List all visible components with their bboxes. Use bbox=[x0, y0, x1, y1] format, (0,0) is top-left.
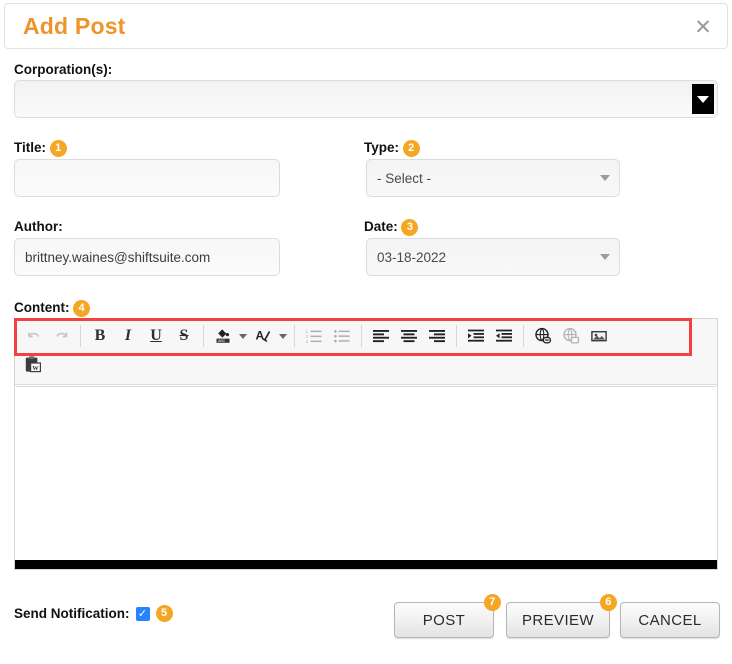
title-label: Title: 1 bbox=[14, 140, 67, 158]
annotation-badge-1: 1 bbox=[49, 140, 67, 158]
dialog-header: Add Post ✕ bbox=[4, 3, 728, 49]
editor-toolbar: B I U S ABC A 1 2 3 W bbox=[15, 319, 717, 385]
post-button[interactable]: POST 7 bbox=[394, 594, 501, 638]
corporations-label: Corporation(s): bbox=[14, 62, 113, 77]
bold-label: B bbox=[94, 327, 106, 344]
chevron-down-icon bbox=[600, 254, 610, 260]
svg-text:ABC: ABC bbox=[218, 339, 226, 343]
close-icon[interactable]: ✕ bbox=[689, 13, 717, 41]
chevron-down-icon bbox=[600, 175, 610, 181]
cancel-button[interactable]: CANCEL bbox=[620, 602, 720, 638]
corporations-multiselect[interactable] bbox=[14, 80, 718, 118]
link-icon[interactable] bbox=[529, 322, 557, 350]
page-title: Add Post bbox=[23, 12, 126, 39]
background-color-dropdown-icon[interactable] bbox=[237, 322, 249, 350]
date-picker[interactable]: 03-18-2022 bbox=[366, 238, 620, 276]
annotation-badge-7: 7 bbox=[484, 594, 501, 611]
align-center-icon[interactable] bbox=[395, 322, 423, 350]
strikethrough-icon[interactable]: S bbox=[170, 322, 198, 350]
svg-text:W: W bbox=[32, 364, 39, 371]
underline-icon[interactable]: U bbox=[142, 322, 170, 350]
toolbar-separator bbox=[294, 325, 295, 347]
annotation-badge-2: 2 bbox=[402, 140, 420, 158]
title-label-text: Title: bbox=[14, 140, 47, 155]
send-notification-row: Send Notification: ✓ 5 bbox=[14, 605, 173, 622]
toolbar-separator bbox=[203, 325, 204, 347]
bulleted-list-icon[interactable] bbox=[328, 322, 356, 350]
annotation-badge-5: 5 bbox=[155, 605, 173, 622]
italic-label: I bbox=[124, 327, 132, 344]
text-color-icon[interactable]: A bbox=[249, 322, 277, 350]
background-color-icon[interactable]: ABC bbox=[209, 322, 237, 350]
italic-icon[interactable]: I bbox=[114, 322, 142, 350]
type-label-text: Type: bbox=[364, 140, 400, 155]
annotation-badge-4: 4 bbox=[73, 300, 91, 318]
date-picker-value: 03-18-2022 bbox=[377, 249, 447, 265]
paste-from-word-icon[interactable]: W bbox=[19, 350, 47, 378]
content-label: Content: 4 bbox=[14, 300, 91, 318]
editor-status-bar bbox=[15, 560, 717, 569]
date-label: Date: 3 bbox=[364, 219, 419, 237]
rich-text-editor: B I U S ABC A 1 2 3 W bbox=[14, 318, 718, 570]
decrease-indent-icon[interactable] bbox=[490, 322, 518, 350]
chevron-down-icon[interactable] bbox=[692, 84, 714, 114]
image-icon[interactable] bbox=[585, 322, 613, 350]
redo-icon[interactable] bbox=[47, 322, 75, 350]
svg-text:A: A bbox=[256, 329, 265, 343]
cancel-button-label: CANCEL bbox=[638, 611, 702, 629]
type-label: Type: 2 bbox=[364, 140, 420, 158]
author-input[interactable]: brittney.waines@shiftsuite.com bbox=[14, 238, 280, 276]
numbered-list-icon[interactable]: 1 2 3 bbox=[300, 322, 328, 350]
date-label-text: Date: bbox=[364, 219, 398, 234]
toolbar-separator bbox=[361, 325, 362, 347]
strikethrough-label: S bbox=[179, 327, 189, 344]
bold-icon[interactable]: B bbox=[86, 322, 114, 350]
type-select-value: - Select - bbox=[377, 170, 432, 186]
increase-indent-icon[interactable] bbox=[462, 322, 490, 350]
send-notification-checkbox[interactable]: ✓ bbox=[135, 606, 150, 621]
underline-label: U bbox=[150, 327, 162, 344]
align-right-icon[interactable] bbox=[423, 322, 451, 350]
undo-icon[interactable] bbox=[19, 322, 47, 350]
title-input[interactable] bbox=[14, 159, 280, 197]
unlink-icon[interactable] bbox=[557, 322, 585, 350]
editor-toolbar-row-2: W bbox=[19, 350, 713, 378]
content-label-text: Content: bbox=[14, 300, 70, 315]
content-editable-area[interactable] bbox=[16, 386, 716, 560]
annotation-badge-3: 3 bbox=[401, 219, 419, 237]
preview-button[interactable]: PREVIEW 6 bbox=[506, 594, 617, 638]
send-notification-label: Send Notification: bbox=[14, 606, 130, 621]
type-select[interactable]: - Select - bbox=[366, 159, 620, 197]
align-left-icon[interactable] bbox=[367, 322, 395, 350]
toolbar-separator bbox=[456, 325, 457, 347]
toolbar-separator bbox=[80, 325, 81, 347]
post-button-label: POST bbox=[422, 611, 466, 629]
toolbar-separator bbox=[523, 325, 524, 347]
author-label: Author: bbox=[14, 219, 63, 234]
svg-text:3: 3 bbox=[306, 339, 309, 344]
text-color-dropdown-icon[interactable] bbox=[277, 322, 289, 350]
preview-button-label: PREVIEW bbox=[522, 611, 594, 629]
annotation-badge-6: 6 bbox=[600, 594, 617, 611]
